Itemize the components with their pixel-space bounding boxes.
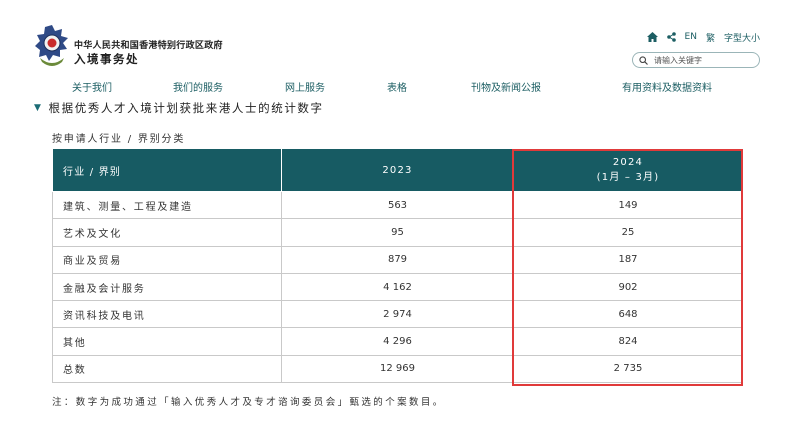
department-name[interactable]: 入境事务处 xyxy=(74,51,139,67)
header-industry: 行业 / 界别 xyxy=(52,148,282,192)
cell-2024: 25 xyxy=(513,218,743,247)
language-en-link[interactable]: EN xyxy=(685,32,697,42)
row-label: 商业及贸易 xyxy=(52,245,282,274)
font-size-link[interactable]: 字型大小 xyxy=(724,31,760,44)
header-2024-period: (1月 – 3月) xyxy=(596,172,660,183)
table-row: 其他 4 296 824 xyxy=(52,327,743,356)
nav-item-services[interactable]: 我们的服务 xyxy=(173,79,223,94)
table-row: 金融及会计服务 4 162 902 xyxy=(52,272,743,302)
nav-item-publications[interactable]: 刊物及新闻公报 xyxy=(471,79,541,94)
cell-2024: 648 xyxy=(513,300,743,329)
immigration-emblem-icon[interactable] xyxy=(34,24,70,68)
cell-2024: 902 xyxy=(513,272,743,302)
cell-2023: 12 969 xyxy=(281,354,514,384)
search-input[interactable]: 请输入关键字 xyxy=(654,55,702,66)
home-icon[interactable] xyxy=(646,32,658,42)
row-label: 建筑、测量、工程及建造 xyxy=(52,190,282,220)
language-trad-link[interactable]: 繁 xyxy=(706,31,715,44)
cell-2023: 563 xyxy=(281,190,514,220)
cell-2024: 824 xyxy=(513,327,743,356)
cell-2023: 95 xyxy=(281,218,514,247)
page-title: ▼ 根据优秀人才入境计划获批来港人士的统计数字 xyxy=(34,100,324,116)
nav-item-forms[interactable]: 表格 xyxy=(387,79,407,94)
row-label: 总数 xyxy=(52,354,282,384)
cell-2023: 4 296 xyxy=(281,327,514,356)
nav-item-useful-info[interactable]: 有用资料及数据资料 xyxy=(622,79,712,94)
government-name: 中华人民共和国香港特别行政区政府 xyxy=(74,41,223,51)
row-label: 其他 xyxy=(52,327,282,356)
page-title-text: 根据优秀人才入境计划获批来港人士的统计数字 xyxy=(48,101,324,115)
main-nav: 关于我们 我们的服务 网上服务 表格 刊物及新闻公报 有用资料及数据资料 xyxy=(0,79,794,94)
row-label: 资讯科技及电讯 xyxy=(52,300,282,329)
site-header: 中华人民共和国香港特别行政区政府 入境事务处 EN 繁 字型大小 请输入关键字 xyxy=(0,0,794,76)
search-box[interactable]: 请输入关键字 xyxy=(632,52,760,68)
cell-2023: 879 xyxy=(281,245,514,274)
caret-down-icon: ▼ xyxy=(34,103,43,113)
cell-2023: 4 162 xyxy=(281,272,514,302)
table-row: 资讯科技及电讯 2 974 648 xyxy=(52,300,743,329)
search-icon[interactable] xyxy=(639,55,648,65)
table-row: 商业及贸易 879 187 xyxy=(52,245,743,274)
row-label: 金融及会计服务 xyxy=(52,272,282,302)
row-label: 艺术及文化 xyxy=(52,218,282,247)
utility-bar: EN 繁 字型大小 xyxy=(646,30,760,44)
page-subtitle: 按申请人行业 / 界别分类 xyxy=(52,134,186,145)
header-2024-year: 2024 xyxy=(612,157,644,168)
table-note: 注：数字为成功通过「输入优秀人才及专才谘询委员会」甄选的个案数目。 xyxy=(52,397,445,408)
statistics-table: 行业 / 界别 2023 2024 (1月 – 3月) 建筑、测量、工程及建造 … xyxy=(52,148,743,384)
cell-2024: 2 735 xyxy=(513,354,743,384)
table-row: 艺术及文化 95 25 xyxy=(52,218,743,247)
cell-2024: 187 xyxy=(513,245,743,274)
cell-2023: 2 974 xyxy=(281,300,514,329)
cell-2024: 149 xyxy=(513,190,743,220)
header-2024: 2024 (1月 – 3月) xyxy=(513,148,743,192)
share-icon[interactable] xyxy=(666,32,676,42)
nav-item-online-services[interactable]: 网上服务 xyxy=(285,79,325,94)
nav-item-about[interactable]: 关于我们 xyxy=(72,79,112,94)
table-row: 建筑、测量、工程及建造 563 149 xyxy=(52,190,743,220)
table-row-total: 总数 12 969 2 735 xyxy=(52,354,743,384)
table-header-row: 行业 / 界别 2023 2024 (1月 – 3月) xyxy=(52,148,743,192)
header-2023: 2023 xyxy=(281,148,514,192)
